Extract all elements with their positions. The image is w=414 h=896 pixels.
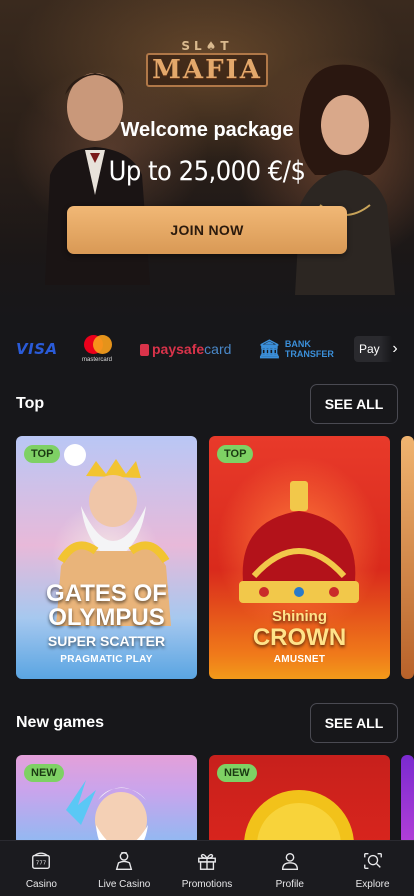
nav-label: Live Casino — [98, 879, 151, 890]
nav-label: Casino — [25, 879, 57, 890]
page: SL♠T MAFIA Welcome package Up to 25,000 … — [0, 0, 414, 896]
logo-top-text: SL♠T — [181, 39, 233, 53]
game-title-line2: OLYMPUS — [48, 604, 165, 631]
nav-promotions[interactable]: Promotions — [166, 841, 249, 896]
see-all-top-button[interactable]: SEE ALL — [310, 384, 398, 424]
hero-banner[interactable]: SL♠T MAFIA Welcome package Up to 25,000 … — [0, 0, 414, 320]
bank-line1: BANK — [284, 339, 311, 349]
user-icon — [281, 852, 298, 870]
zeus-illustration — [66, 780, 148, 845]
mastercard-logo: mastercard — [82, 330, 112, 368]
game-provider: PRAGMATIC PLAY — [60, 654, 153, 665]
bank-transfer-logo: 🏛 BANK TRANSFER — [258, 330, 334, 368]
chevron-right-icon[interactable]: › — [380, 334, 410, 364]
paysafe-text: paysafe — [152, 341, 205, 357]
game-title-line1: Shining — [272, 608, 327, 625]
game-tile-partial[interactable] — [401, 755, 414, 845]
mastercard-circles-icon — [82, 335, 112, 355]
visa-logo: VISA — [16, 340, 58, 358]
coin-illustration — [244, 790, 354, 845]
nav-live-casino[interactable]: Live Casino — [83, 841, 166, 896]
mastercard-label: mastercard — [82, 357, 113, 363]
lock-icon — [140, 344, 149, 356]
game-tile-partial[interactable] — [401, 436, 414, 679]
nav-label: Promotions — [181, 879, 233, 890]
crown-illustration — [239, 481, 359, 603]
drops-wins-icon — [64, 444, 86, 466]
game-tile-gates-of-olympus[interactable]: TOP GATES OF OLYMPUS SUPER SCATTER PRAGM… — [16, 436, 197, 679]
nav-label: Explore — [355, 879, 390, 890]
search-explore-icon — [363, 852, 382, 870]
section-title-new-games: New games — [16, 714, 105, 731]
game-tile-new-1[interactable]: NEW — [16, 755, 197, 845]
game-title-line1: GATES OF — [46, 580, 167, 607]
paysafecard-logo: paysafe card — [140, 330, 231, 368]
bank-building-icon: 🏛 — [258, 339, 281, 359]
game-tile-shining-crown[interactable]: TOP Shining CROWN AMUSNET — [209, 436, 390, 679]
join-now-button[interactable]: JOIN NOW — [67, 206, 347, 254]
slot-machine-icon: 777 — [32, 852, 51, 870]
gift-icon — [198, 853, 216, 870]
bottom-navigation: 777 Casino Live Casino Promotions Profil… — [0, 840, 414, 896]
nav-profile[interactable]: Profile — [248, 841, 331, 896]
dealer-icon — [115, 852, 133, 870]
game-title-line2: CROWN — [252, 624, 347, 651]
logo-main-text: MAFIA — [146, 53, 268, 87]
svg-text:777: 777 — [36, 861, 47, 867]
see-all-new-games-button[interactable]: SEE ALL — [310, 703, 398, 743]
game-provider: AMUSNET — [273, 654, 326, 665]
top-badge: TOP — [24, 445, 61, 463]
paysafe-card-text: card — [204, 341, 232, 357]
nav-explore[interactable]: Explore — [331, 841, 414, 896]
game-tile-new-2[interactable]: NEW — [209, 755, 390, 845]
hero-title: Welcome package — [120, 119, 294, 141]
section-title-top: Top — [16, 395, 45, 412]
hero-subtitle: Up to 25,000 €/$ — [108, 156, 306, 187]
payment-methods-strip[interactable]: VISA mastercard paysafe card 🏛 BANK TRANSF… — [0, 330, 414, 368]
game-title-line3: SUPER SCATTER — [47, 633, 166, 649]
top-badge: TOP — [217, 445, 254, 463]
nav-label: Profile — [275, 879, 304, 890]
new-badge: NEW — [217, 764, 257, 782]
new-badge: NEW — [24, 764, 64, 782]
brand-logo[interactable]: SL♠T MAFIA — [146, 39, 268, 87]
apple-pay-text: Pay — [359, 342, 380, 356]
bank-line2: TRANSFER — [284, 349, 334, 359]
nav-casino[interactable]: 777 Casino — [0, 841, 83, 896]
